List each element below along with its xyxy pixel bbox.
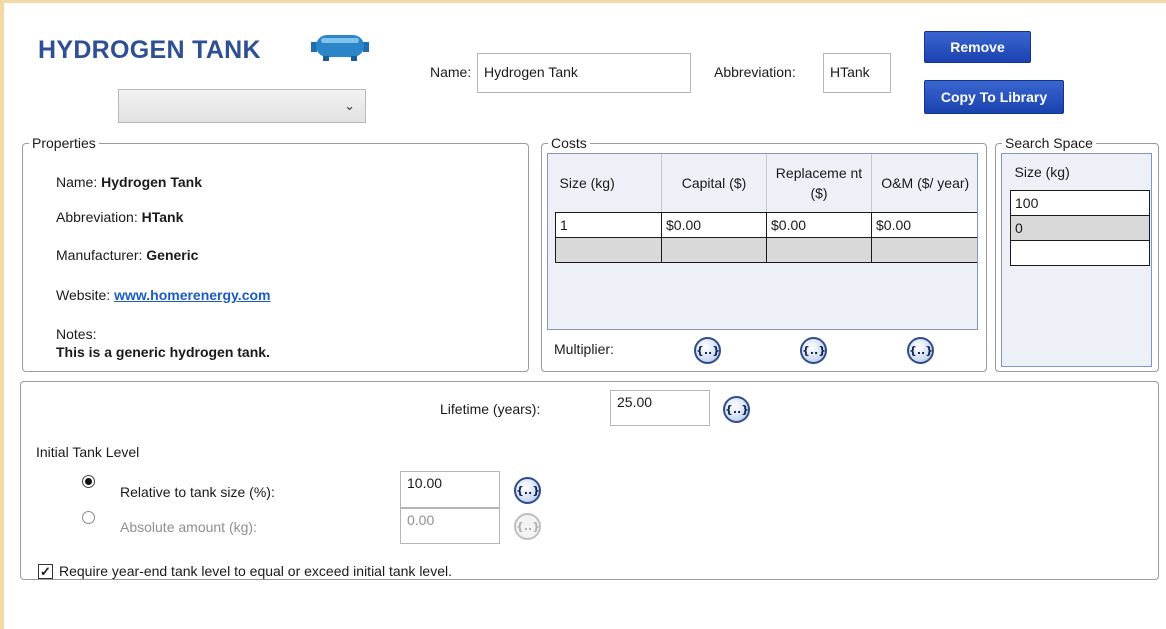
cost-cell-size[interactable] — [555, 236, 662, 263]
property-abbreviation-value: HTank — [141, 209, 184, 225]
cost-cell-replacement[interactable]: $0.00 — [766, 211, 872, 238]
copy-to-library-button[interactable]: Copy To Library — [924, 80, 1064, 114]
table-row: 100 — [1010, 189, 1150, 216]
table-row: 1 $0.00 $0.00 $0.00 — [555, 211, 977, 238]
costs-header-capital: Capital ($) — [661, 154, 767, 213]
property-abbreviation-label: Abbreviation: — [56, 209, 138, 225]
cost-cell-capital[interactable]: $0.00 — [661, 211, 767, 238]
search-space-table: Size (kg) 100 0 — [1010, 154, 1150, 266]
property-notes-value: This is a generic hydrogen tank. — [56, 344, 270, 360]
chevron-down-icon: ⌄ — [344, 98, 355, 113]
capital-multiplier-button[interactable]: {..} — [694, 337, 721, 364]
name-input[interactable]: Hydrogen Tank — [477, 53, 691, 93]
table-row — [555, 236, 977, 263]
table-row: 0 — [1010, 214, 1150, 241]
costs-table-container: Size (kg) Capital ($) Replaceme nt ($) O… — [547, 153, 978, 330]
property-name-label: Name: — [56, 174, 98, 190]
absolute-sensitivity-button[interactable]: {..} — [514, 513, 541, 540]
property-name-row: Name: Hydrogen Tank — [56, 174, 202, 190]
costs-header-om: O&M ($/ year) — [871, 154, 977, 213]
om-multiplier-button[interactable]: {..} — [907, 337, 934, 364]
require-year-end-label: Require year-end tank level to equal or … — [59, 563, 453, 579]
costs-header-row: Size (kg) Capital ($) Replaceme nt ($) O… — [555, 154, 977, 213]
page-title: HYDROGEN TANK — [38, 36, 261, 64]
absolute-radio[interactable] — [82, 511, 95, 524]
abbreviation-label: Abbreviation: — [714, 64, 796, 80]
relative-radio[interactable] — [82, 475, 95, 488]
window-left-border — [0, 0, 4, 629]
cost-cell-om[interactable] — [871, 236, 977, 263]
relative-input[interactable]: 10.00 — [400, 471, 500, 508]
tank-selector-dropdown[interactable]: ⌄ — [118, 89, 366, 123]
cost-cell-capital[interactable] — [661, 236, 767, 263]
costs-header-size: Size (kg) — [555, 154, 662, 213]
costs-legend: Costs — [548, 134, 590, 152]
cost-cell-replacement[interactable] — [766, 236, 872, 263]
relative-sensitivity-button[interactable]: {..} — [514, 477, 541, 504]
initial-tank-level-label: Initial Tank Level — [36, 444, 140, 460]
properties-group: Properties Name: Hydrogen Tank Abbreviat… — [22, 134, 529, 372]
relative-label: Relative to tank size (%): — [120, 484, 275, 500]
search-space-value[interactable]: 0 — [1010, 214, 1150, 241]
window-top-border — [0, 0, 1166, 3]
property-manufacturer-label: Manufacturer: — [56, 247, 143, 263]
lifetime-label: Lifetime (years): — [440, 401, 541, 417]
property-name-value: Hydrogen Tank — [101, 174, 202, 190]
settings-panel — [20, 381, 1159, 580]
property-manufacturer-value: Generic — [146, 247, 199, 263]
remove-button[interactable]: Remove — [924, 31, 1031, 63]
lifetime-input[interactable]: 25.00 — [610, 390, 710, 426]
hydrogen-tank-icon — [309, 32, 371, 62]
require-year-end-checkbox[interactable]: ✓ — [38, 564, 53, 579]
absolute-label: Absolute amount (kg): — [120, 519, 257, 535]
property-abbreviation-row: Abbreviation: HTank — [56, 209, 183, 225]
search-space-value[interactable] — [1010, 239, 1150, 266]
property-website-label: Website: — [56, 287, 111, 303]
search-space-value[interactable]: 100 — [1010, 189, 1150, 216]
cost-cell-size[interactable]: 1 — [555, 211, 662, 238]
properties-legend: Properties — [29, 134, 99, 152]
property-notes-label: Notes: — [56, 326, 97, 342]
abbreviation-input[interactable]: HTank — [823, 53, 891, 93]
table-row — [1010, 239, 1150, 266]
search-space-table-container: Size (kg) 100 0 — [1001, 153, 1152, 367]
search-space-header-size: Size (kg) — [1010, 154, 1150, 191]
property-manufacturer-row: Manufacturer: Generic — [56, 247, 198, 263]
property-website-row: Website: www.homerenergy.com — [56, 287, 270, 303]
replacement-multiplier-button[interactable]: {..} — [800, 337, 827, 364]
costs-header-replacement: Replaceme nt ($) — [766, 154, 872, 213]
search-space-header-row: Size (kg) — [1010, 154, 1150, 191]
website-link[interactable]: www.homerenergy.com — [114, 287, 270, 303]
lifetime-sensitivity-button[interactable]: {..} — [723, 396, 750, 423]
costs-table: Size (kg) Capital ($) Replaceme nt ($) O… — [555, 154, 977, 263]
name-label: Name: — [430, 64, 472, 80]
absolute-input[interactable]: 0.00 — [400, 508, 500, 544]
cost-cell-om[interactable]: $0.00 — [871, 211, 977, 238]
multiplier-label: Multiplier: — [554, 341, 614, 357]
search-space-legend: Search Space — [1002, 134, 1096, 152]
